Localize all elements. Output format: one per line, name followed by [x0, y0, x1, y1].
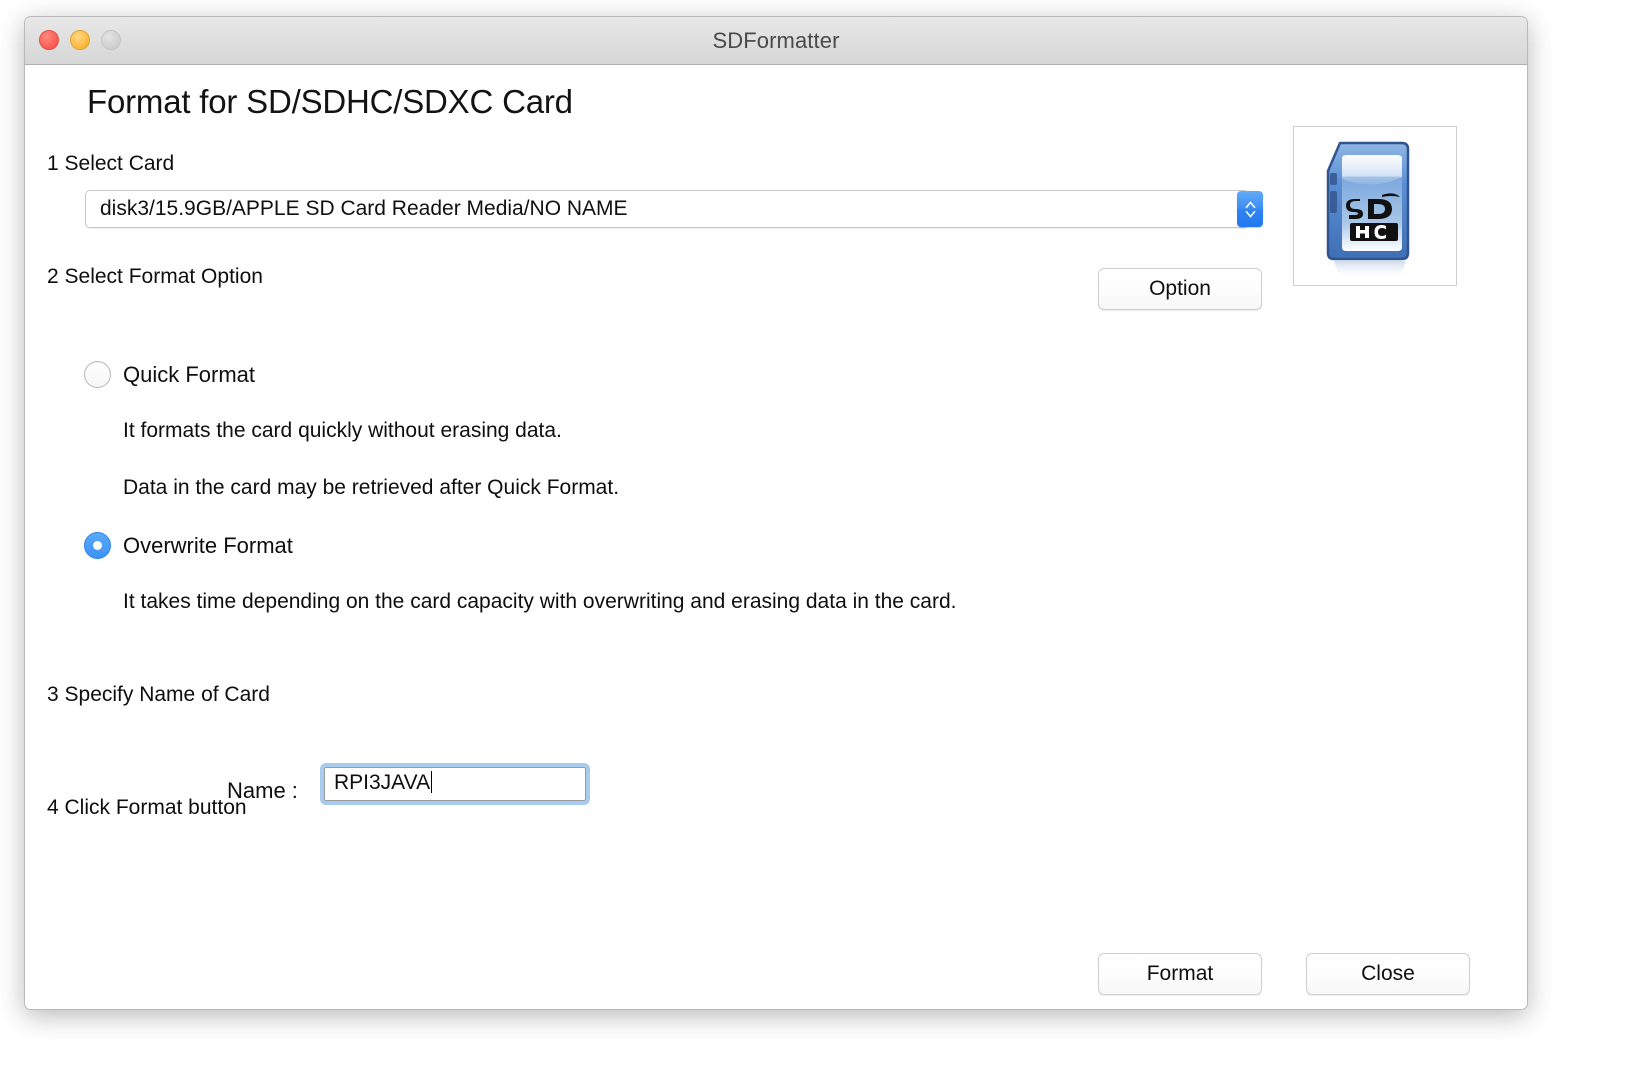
quick-format-desc-1: It formats the card quickly without eras…: [123, 419, 562, 442]
quick-format-radio-row[interactable]: Quick Format: [84, 361, 255, 388]
chevron-up-icon: [1244, 200, 1257, 209]
window-title: SDFormatter: [712, 28, 840, 53]
quick-format-label: Quick Format: [123, 361, 256, 387]
name-input-text: RPI3JAVA: [334, 771, 431, 794]
close-button[interactable]: Close: [1306, 953, 1470, 995]
step-1-label: 1 Select Card: [47, 152, 175, 175]
quick-format-desc-2: Data in the card may be retrieved after …: [123, 476, 620, 499]
sdformatter-window: SDFormatter Format for SD/SDHC/SDXC Card…: [24, 16, 1528, 1010]
chevron-down-icon: [1244, 210, 1257, 219]
name-input[interactable]: RPI3JAVA: [324, 767, 586, 801]
step-4-label: 4 Click Format button: [47, 796, 247, 819]
sd-card-image: [1293, 126, 1457, 286]
name-field-focus-ring: RPI3JAVA: [320, 763, 590, 805]
select-card-control[interactable]: disk3/15.9GB/APPLE SD Card Reader Media/…: [85, 190, 1263, 228]
format-button[interactable]: Format: [1098, 953, 1262, 995]
text-caret: [431, 771, 433, 793]
hc-badge-icon: [1350, 223, 1398, 241]
quick-format-radio[interactable]: [84, 361, 111, 388]
overwrite-format-desc-1: It takes time depending on the card capa…: [123, 590, 957, 613]
step-2-label: 2 Select Format Option: [47, 265, 263, 288]
page-title: Format for SD/SDHC/SDXC Card: [87, 83, 573, 120]
overwrite-format-radio[interactable]: [84, 532, 111, 559]
overwrite-format-radio-row[interactable]: Overwrite Format: [84, 532, 293, 559]
sdhc-card-graphic: [1326, 141, 1410, 279]
window-titlebar: SDFormatter: [25, 17, 1527, 65]
card-select-stepper-button[interactable]: [1237, 191, 1263, 227]
overwrite-format-label: Overwrite Format: [123, 532, 293, 558]
step-3-label: 3 Specify Name of Card: [47, 683, 270, 706]
dialog-content: Format for SD/SDHC/SDXC Card 1 Select Ca…: [25, 65, 1527, 1009]
option-button[interactable]: Option: [1098, 268, 1262, 310]
card-select-value: disk3/15.9GB/APPLE SD Card Reader Media/…: [100, 197, 628, 220]
name-input-value: RPI3JAVA: [334, 771, 433, 795]
card-select-box[interactable]: disk3/15.9GB/APPLE SD Card Reader Media/…: [85, 190, 1249, 228]
